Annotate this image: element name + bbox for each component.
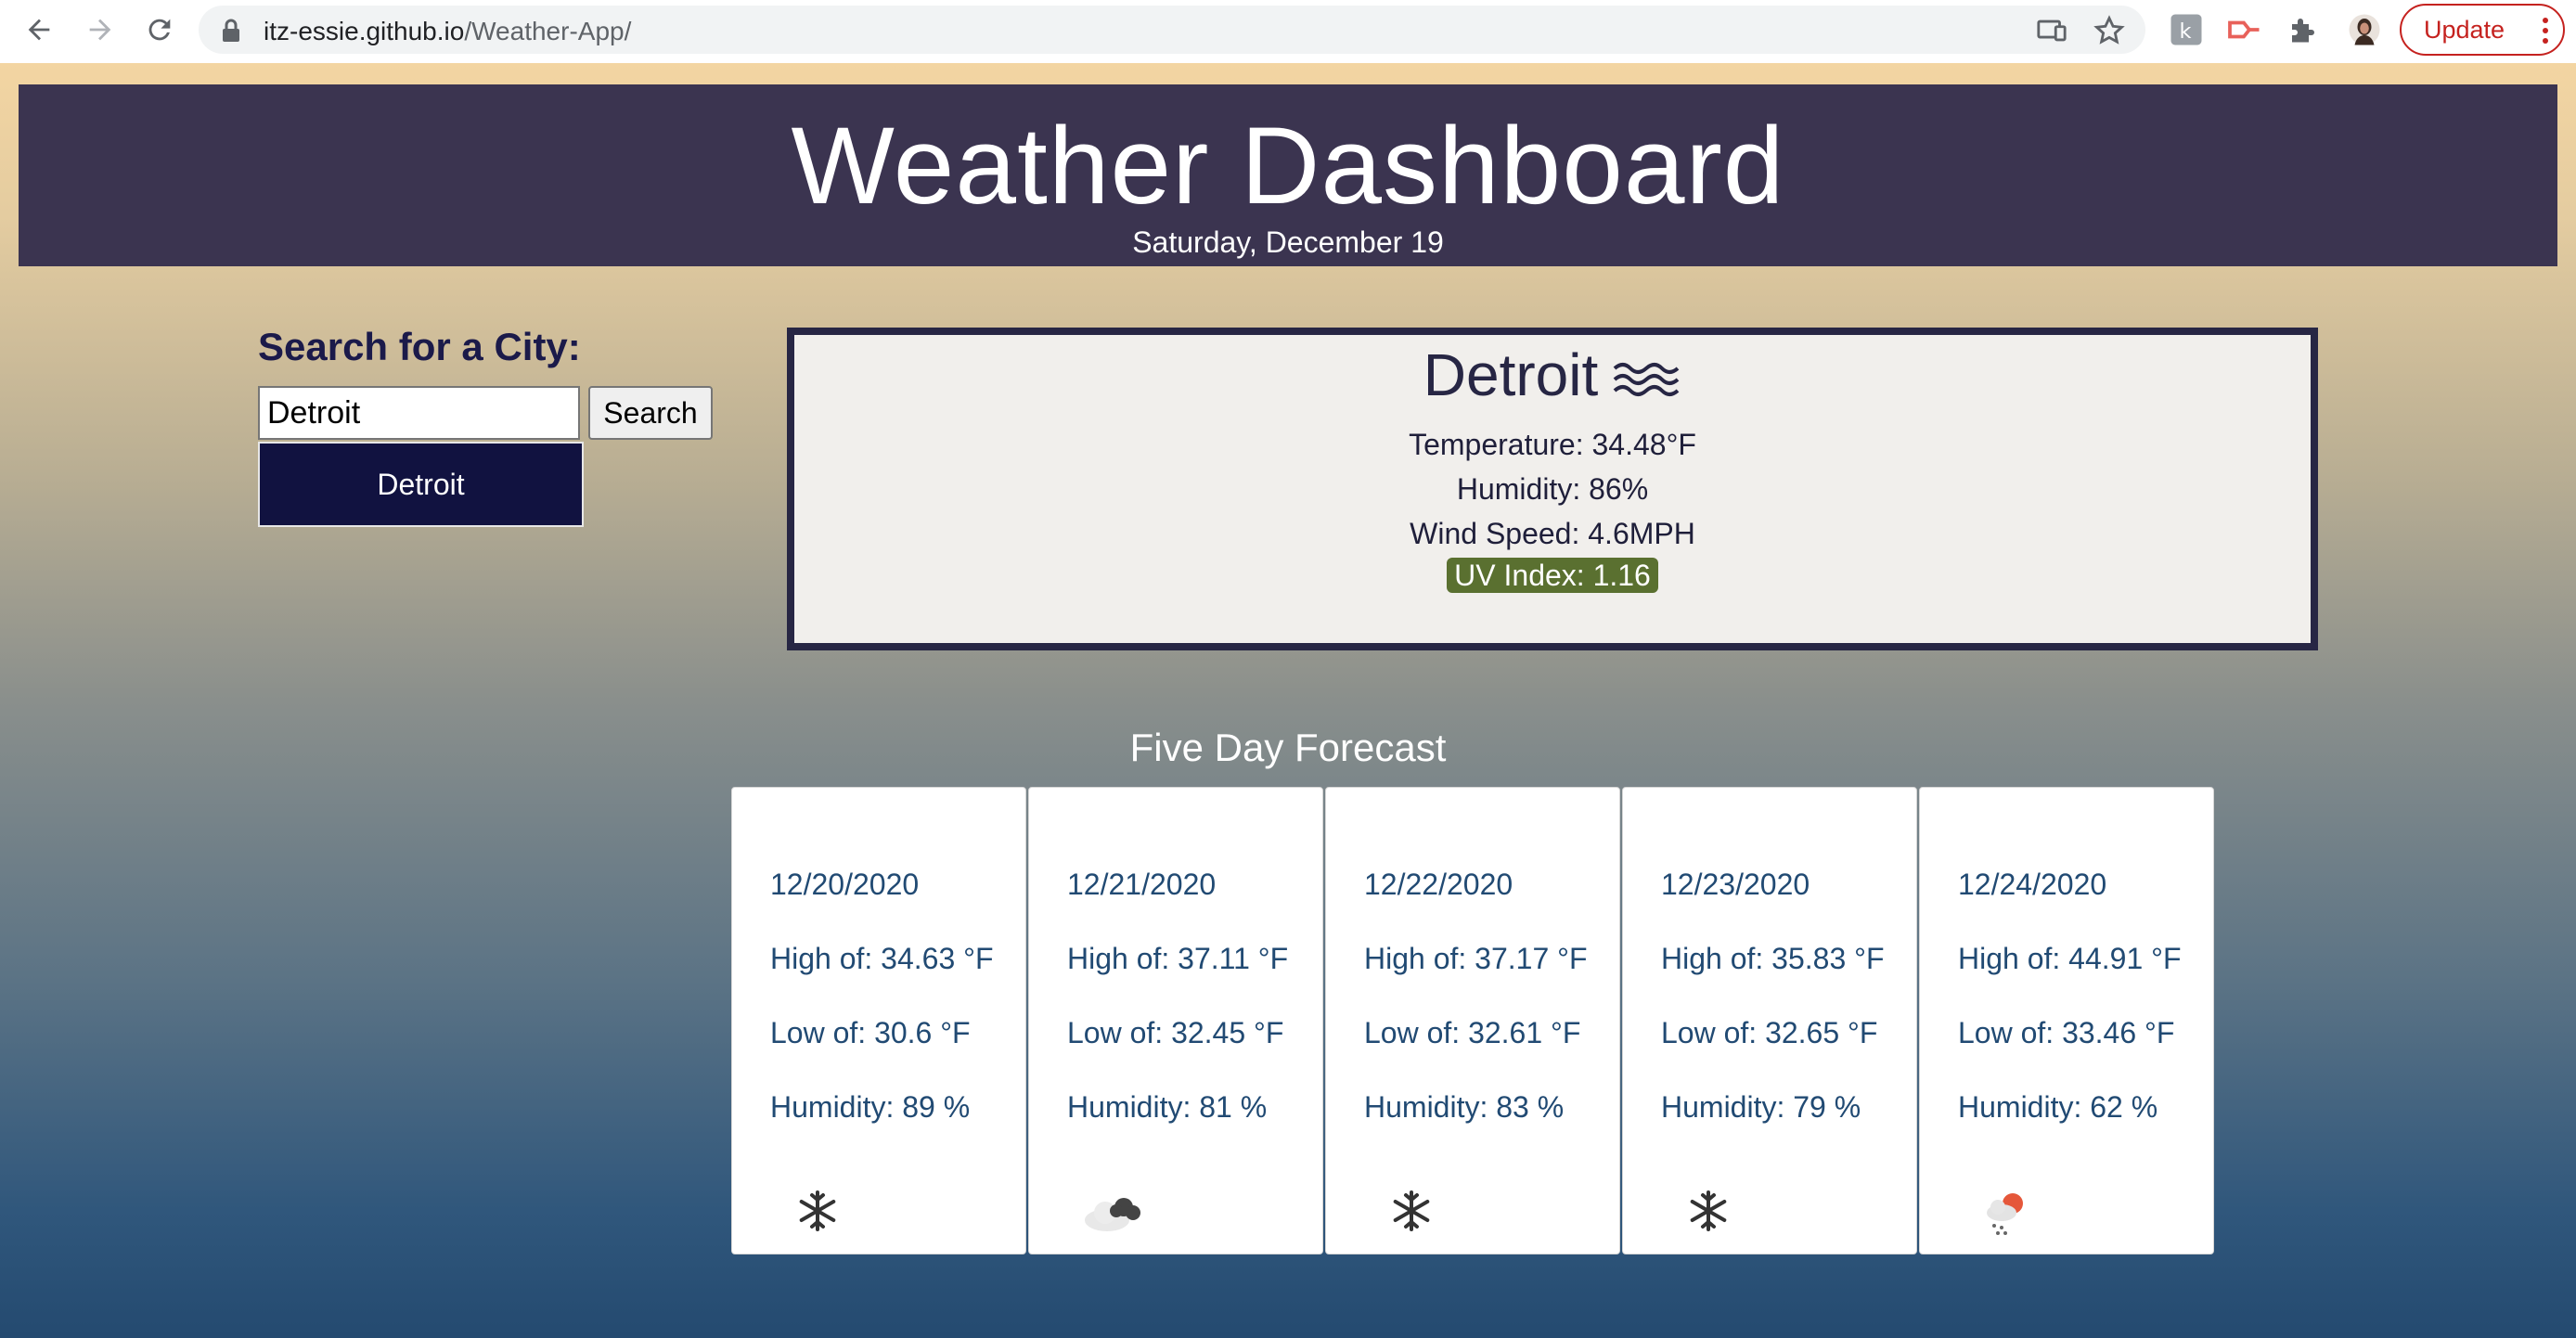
forecast-card: 12/24/2020 High of: 44.91 °F Low of: 33.… (1919, 787, 2214, 1254)
forward-button[interactable] (78, 9, 122, 50)
forecast-high: High of: 35.83 °F (1661, 942, 1885, 975)
forecast-high: High of: 37.11 °F (1067, 942, 1289, 975)
cast-icon[interactable] (2036, 15, 2067, 46)
arrow-left-icon (28, 19, 50, 41)
forecast-card: 12/20/2020 High of: 34.63 °F Low of: 30.… (731, 787, 1026, 1254)
avatar[interactable] (2348, 13, 2381, 46)
page-title: Weather Dashboard (791, 105, 1785, 227)
forecast-date: 12/24/2020 (1958, 868, 2107, 901)
current-city: Detroit (1423, 341, 1599, 408)
extension-record-icon[interactable] (2227, 13, 2260, 46)
uv-index-badge: UV Index: 1.16 (1447, 558, 1658, 593)
forecast-low: Low of: 32.61 °F (1364, 1016, 1581, 1049)
update-label: Update (2424, 15, 2505, 44)
forecast-date: 12/20/2020 (770, 868, 920, 901)
url-path: /Weather-App/ (464, 17, 632, 45)
search-label: Search for a City: (258, 325, 581, 368)
forecast-high: High of: 37.17 °F (1364, 942, 1588, 975)
search-history-item[interactable]: Detroit (258, 442, 584, 527)
current-temperature: Temperature: 34.48°F (1409, 428, 1696, 461)
page-header: Weather Dashboard Saturday, December 19 (19, 84, 2557, 266)
reload-icon (148, 19, 171, 41)
star-icon[interactable] (2093, 15, 2125, 46)
reload-button[interactable] (137, 9, 182, 50)
forecast-high: High of: 34.63 °F (770, 942, 994, 975)
puzzle-icon[interactable] (2286, 13, 2320, 46)
forecast-humidity: Humidity: 83 % (1364, 1090, 1565, 1124)
forecast-card: 12/22/2020 High of: 37.17 °F Low of: 32.… (1325, 787, 1620, 1254)
current-city-heading: Detroit (794, 341, 2311, 409)
forecast-low: Low of: 33.46 °F (1958, 1016, 2175, 1049)
arrow-right-icon (89, 19, 111, 41)
current-humidity: Humidity: 86% (1456, 472, 1649, 506)
current-date: Saturday, December 19 (1132, 225, 1444, 259)
back-button[interactable] (17, 9, 61, 50)
current-wind-speed: Wind Speed: 4.6MPH (1410, 517, 1695, 550)
update-button[interactable]: Update (2400, 4, 2565, 56)
forecast-low: Low of: 32.45 °F (1067, 1016, 1284, 1049)
forecast-row: 12/20/2020 High of: 34.63 °F Low of: 30.… (731, 787, 2216, 1254)
forecast-low: Low of: 30.6 °F (770, 1016, 971, 1049)
snow-sun-icon (1987, 1193, 2023, 1235)
forecast-high: High of: 44.91 °F (1958, 942, 2182, 975)
forecast-card: 12/21/2020 High of: 37.11 °F Low of: 32.… (1028, 787, 1323, 1254)
address-bar[interactable]: itz-essie.github.io/Weather-App/ (199, 6, 2145, 54)
forecast-humidity: Humidity: 79 % (1661, 1090, 1861, 1124)
cloudy-icon (1085, 1198, 1140, 1231)
forecast-humidity: Humidity: 81 % (1067, 1090, 1268, 1124)
svg-text:k: k (2180, 19, 2192, 44)
snowflake-icon (1690, 1190, 1727, 1231)
uv-index-row: UV Index: 1.16 (794, 558, 2311, 593)
snowflake-icon (799, 1190, 836, 1231)
forecast-date: 12/23/2020 (1661, 868, 1810, 901)
more-icon (2543, 18, 2548, 44)
search-button[interactable]: Search (588, 386, 713, 440)
snowflake-icon (1393, 1190, 1430, 1231)
weather-page: Weather Dashboard Saturday, December 19 … (0, 63, 2576, 1338)
forecast-low: Low of: 32.65 °F (1661, 1016, 1878, 1049)
forecast-date: 12/22/2020 (1364, 868, 1513, 901)
current-weather-card: Detroit Temperature: 34.48°F Humidity: 8… (787, 328, 2318, 650)
city-search-input[interactable] (258, 386, 580, 440)
forecast-title: Five Day Forecast (1129, 726, 1447, 769)
url-text: itz-essie.github.io/Weather-App/ (264, 17, 631, 46)
forecast-humidity: Humidity: 62 % (1958, 1090, 2158, 1124)
forecast-card: 12/23/2020 High of: 35.83 °F Low of: 32.… (1622, 787, 1917, 1254)
forecast-date: 12/21/2020 (1067, 868, 1217, 901)
browser-toolbar: itz-essie.github.io/Weather-App/ k Updat… (0, 0, 2576, 59)
forecast-humidity: Humidity: 89 % (770, 1090, 971, 1124)
url-host: itz-essie.github.io (264, 17, 465, 45)
wind-icon (1613, 363, 1680, 396)
lock-icon (223, 19, 239, 42)
extension-k-icon[interactable]: k (2170, 13, 2203, 46)
